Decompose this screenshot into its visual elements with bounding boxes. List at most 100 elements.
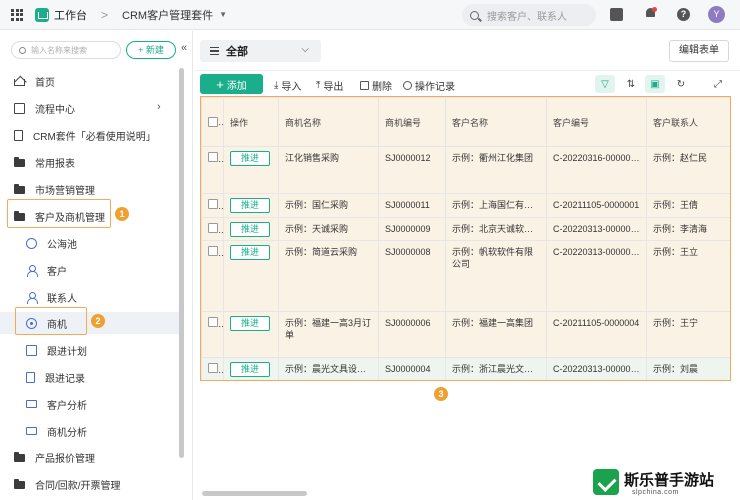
row-checkbox[interactable]	[208, 317, 218, 327]
column-header[interactable]: 客户名称	[445, 97, 547, 147]
callout-badge-1: 1	[115, 207, 129, 221]
new-button[interactable]: + 新建	[126, 41, 176, 59]
delete-button[interactable]: 删除	[360, 78, 392, 93]
bell-icon[interactable]	[644, 7, 657, 21]
sidebar-scrollbar[interactable]	[179, 68, 184, 458]
callout-badge-3: 3	[434, 387, 448, 401]
help-icon[interactable]: ?	[677, 8, 690, 21]
flow-icon	[14, 102, 25, 114]
folder-icon	[14, 184, 25, 194]
notification-dot	[652, 7, 657, 12]
advance-button[interactable]: 推进	[230, 362, 270, 377]
table-row[interactable]: 推进 示例：天诚采购 SJ0000009 示例：北京天诚软件... C-2022…	[201, 217, 730, 241]
sidebar-item-customers[interactable]: 客户	[0, 259, 180, 281]
sidebar-item-flow-center[interactable]: 流程中心 ›	[0, 97, 180, 119]
sort-icon[interactable]: ⇅	[621, 75, 641, 93]
column-header[interactable]: 商机编号	[378, 97, 446, 147]
import-icon: ⤓	[274, 80, 279, 91]
select-all-checkbox[interactable]	[208, 117, 218, 128]
clock-icon	[403, 81, 412, 90]
sidebar-item-contracts[interactable]: 合同/回款/开票管理	[0, 473, 180, 495]
column-header[interactable]: 商机名称	[278, 97, 379, 147]
home-icon	[14, 79, 25, 86]
advance-button[interactable]: 推进	[230, 222, 270, 237]
horizontal-scrollbar[interactable]	[202, 491, 307, 496]
table-row[interactable]: 推进 江化销售采购 SJ0000012 示例：衢州江化集团 C-20220316…	[201, 146, 730, 194]
book-icon[interactable]	[610, 8, 623, 21]
list-icon	[210, 47, 219, 55]
column-header[interactable]: 客户联系人	[646, 97, 730, 147]
filter-icon[interactable]: ▽	[595, 75, 615, 93]
app-grid-icon[interactable]	[11, 8, 23, 21]
opportunity-name-cell[interactable]: 示例：国仁采购	[278, 193, 379, 218]
search-icon	[19, 46, 26, 54]
workbench-logo-icon	[35, 7, 49, 22]
advance-button[interactable]: 推进	[230, 245, 270, 260]
opportunity-name-cell[interactable]: 示例：晨光文具设备...	[278, 357, 379, 380]
sidebar-item-label: 公海池	[47, 239, 77, 251]
table-row[interactable]: 推进 示例：简道云采购 SJ0000008 示例：帆软软件有限公司 C-2022…	[201, 240, 730, 312]
opportunity-id-cell: SJ0000011	[378, 193, 446, 218]
avatar[interactable]: Y	[708, 6, 725, 23]
import-button[interactable]: ⤓ 导入	[274, 78, 301, 93]
opportunity-name-cell[interactable]: 示例：简道云采购	[278, 240, 379, 312]
sidebar-item-crm-guide[interactable]: CRM套件「必看使用说明」	[0, 124, 180, 146]
row-checkbox[interactable]	[208, 199, 218, 209]
row-checkbox[interactable]	[208, 363, 218, 373]
sidebar-item-customer-analysis[interactable]: 客户分析	[0, 393, 180, 415]
column-header[interactable]: 客户编号	[546, 97, 647, 147]
advance-button[interactable]: 推进	[230, 316, 270, 331]
row-checkbox[interactable]	[208, 246, 218, 256]
chart-icon	[26, 427, 37, 435]
person-icon	[26, 291, 38, 304]
export-button[interactable]: ⤒ 导出	[316, 78, 343, 93]
sidebar-item-label: 常用报表	[35, 158, 75, 170]
delete-label: 删除	[372, 82, 392, 93]
collapse-sidebar-icon[interactable]: «	[181, 42, 187, 54]
sidebar-item-follow-records[interactable]: 跟进记录	[0, 366, 180, 388]
table-row[interactable]: 推进 示例：福建一高3月订单 SJ0000006 示例：福建一高集团 C-202…	[201, 311, 730, 358]
breadcrumb-app-name[interactable]: CRM客户管理套件	[122, 7, 213, 23]
edit-form-button[interactable]: 编辑表单	[669, 40, 729, 62]
sidebar-item-label: 市场营销管理	[35, 185, 95, 197]
chevron-down-icon[interactable]: ▼	[219, 10, 227, 19]
import-label: 导入	[281, 82, 302, 93]
customer-contact-cell: 示例：赵仁民	[646, 146, 730, 194]
sidebar-item-home[interactable]: 首页	[0, 70, 180, 92]
column-header[interactable]: 操作	[223, 97, 279, 147]
advance-button[interactable]: 推进	[230, 151, 270, 166]
calendar-icon	[26, 344, 37, 356]
sidebar-item-marketing[interactable]: 市场营销管理	[0, 178, 180, 200]
add-button[interactable]: + 添加	[200, 74, 263, 94]
opportunity-id-cell: SJ0000009	[378, 217, 446, 241]
table-row[interactable]: 推进 示例：晨光文具设备... SJ0000004 示例：浙江晨光文具... C…	[201, 357, 730, 380]
opportunity-name-cell[interactable]: 示例：福建一高3月订单	[278, 311, 379, 358]
sidebar-item-label: 跟进计划	[47, 346, 87, 358]
operation-log-button[interactable]: 操作记录	[403, 78, 455, 93]
sidebar-item-label: 首页	[35, 77, 55, 89]
view-toggle-icon[interactable]: ▣	[645, 75, 665, 93]
callout-box-opportunity	[15, 307, 87, 335]
sidebar-item-reports[interactable]: 常用报表	[0, 151, 180, 173]
sidebar-search-input[interactable]: 输入名称来搜索	[11, 41, 121, 59]
refresh-icon[interactable]: ↻	[671, 75, 691, 93]
workbench-link[interactable]: 工作台	[54, 7, 87, 23]
sidebar-item-label: 跟进记录	[45, 373, 85, 385]
sidebar-item-product-quotes[interactable]: 产品报价管理	[0, 446, 180, 468]
fullscreen-icon[interactable]: ⤢	[708, 75, 728, 93]
sidebar-item-contacts[interactable]: 联系人	[0, 286, 180, 308]
table-row[interactable]: 推进 示例：国仁采购 SJ0000011 示例：上海国仁有限... C-2021…	[201, 193, 730, 218]
sidebar-item-follow-plan[interactable]: 跟进计划	[0, 339, 180, 361]
view-selector[interactable]: 全部 ⌵	[200, 40, 321, 62]
row-checkbox[interactable]	[208, 223, 218, 233]
opportunity-name-cell[interactable]: 江化销售采购	[278, 146, 379, 194]
sidebar-item-public-pool[interactable]: 公海池	[0, 232, 180, 254]
opportunity-name-cell[interactable]: 示例：天诚采购	[278, 217, 379, 241]
trash-icon	[360, 81, 369, 90]
row-checkbox[interactable]	[208, 152, 218, 162]
opportunity-id-cell: SJ0000006	[378, 311, 446, 358]
global-search-input[interactable]: 搜索客户、联系人	[462, 4, 596, 26]
sidebar-item-opportunity-analysis[interactable]: 商机分析	[0, 420, 180, 442]
customer-name-cell: 示例：福建一高集团	[445, 311, 547, 358]
advance-button[interactable]: 推进	[230, 198, 270, 213]
